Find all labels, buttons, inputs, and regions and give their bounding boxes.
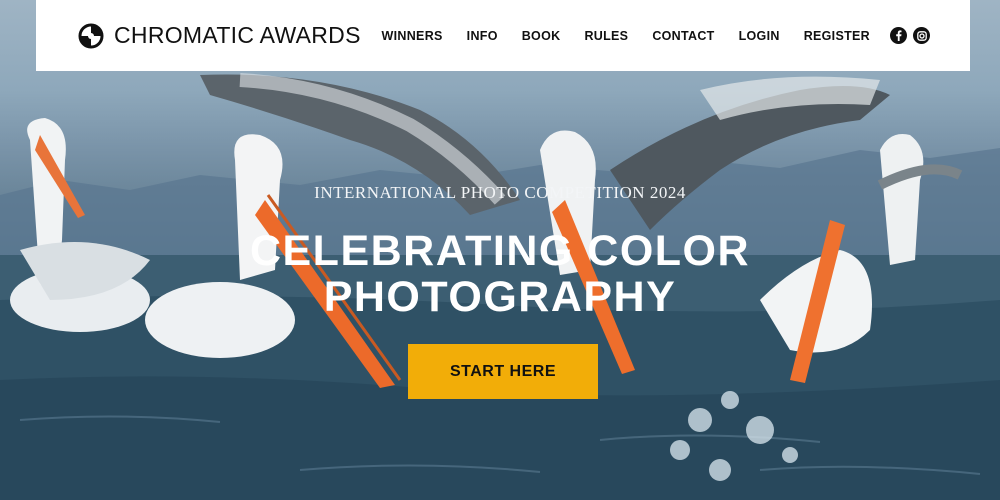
nav-winners[interactable]: WINNERS [382,29,443,43]
hero-headline-line-1: CELEBRATING COLOR [249,227,751,275]
top-navbar: CHROMATIC AWARDS WINNERS INFO BOOK RULES… [36,0,970,71]
facebook-icon[interactable] [890,27,907,44]
start-here-button[interactable]: START HERE [408,344,598,399]
hero-section: INTERNATIONAL PHOTO COMPETITION 2024 CEL… [0,0,1000,500]
nav-info[interactable]: INFO [467,29,498,43]
main-nav: WINNERS INFO BOOK RULES CONTACT LOGIN RE… [382,29,870,43]
brand-logo-icon [78,23,104,48]
nav-login[interactable]: LOGIN [739,29,780,43]
hero-headline: CELEBRATING COLOR PHOTOGRAPHY [0,228,1000,320]
brand-name: CHROMATIC AWARDS [114,22,361,48]
hero-headline-line-2: PHOTOGRAPHY [323,273,677,321]
hero-kicker: INTERNATIONAL PHOTO COMPETITION 2024 [314,183,686,202]
nav-contact[interactable]: CONTACT [652,29,714,43]
nav-book[interactable]: BOOK [522,29,561,43]
brand[interactable]: CHROMATIC AWARDS [78,22,361,49]
instagram-icon[interactable] [913,27,930,44]
nav-register[interactable]: REGISTER [804,29,870,43]
nav-rules[interactable]: RULES [584,29,628,43]
social-links [890,27,930,44]
